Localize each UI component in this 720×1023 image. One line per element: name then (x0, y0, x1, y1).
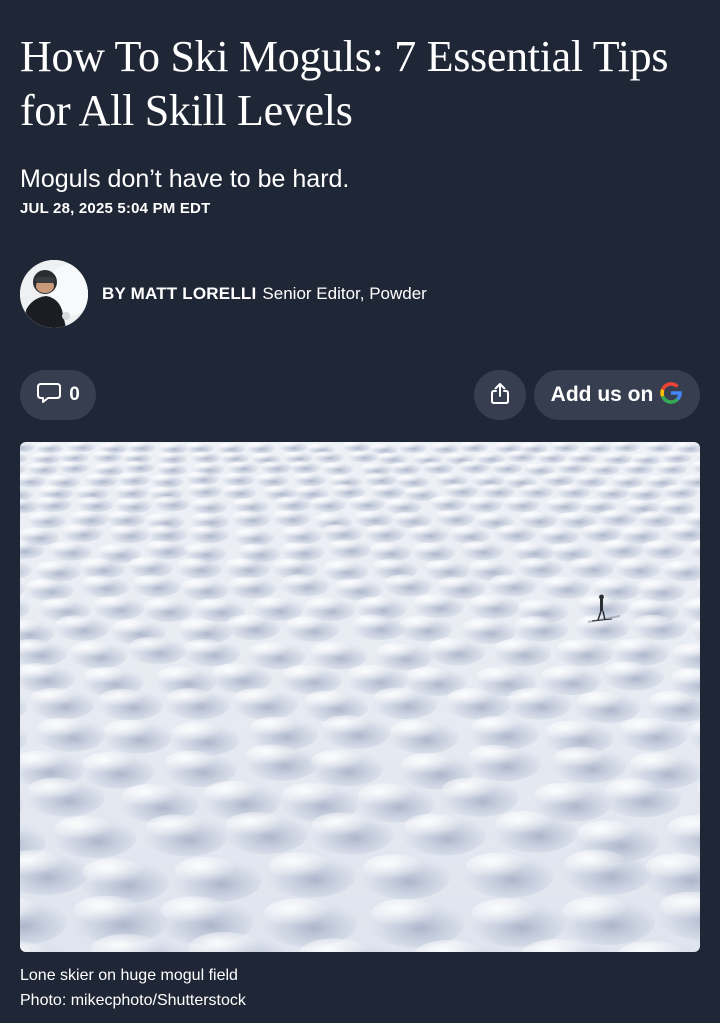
comment-icon (36, 381, 62, 410)
share-icon (489, 381, 511, 410)
author-role: Senior Editor, Powder (262, 284, 427, 303)
comments-button[interactable]: 0 (20, 370, 96, 420)
share-button[interactable] (474, 370, 526, 420)
author-avatar[interactable] (20, 260, 88, 328)
article-subtitle: Moguls don’t have to be hard. (20, 165, 350, 193)
byline: BY MATT LORELLI Senior Editor, Powder (20, 260, 427, 328)
image-caption: Lone skier on huge mogul field Photo: mi… (20, 963, 246, 1013)
google-icon (659, 381, 683, 410)
caption-text: Lone skier on huge mogul field (20, 967, 238, 984)
photo-credit: Photo: mikecphoto/Shutterstock (20, 992, 246, 1009)
add-us-label: Add us on (550, 383, 654, 406)
author-name[interactable]: BY MATT LORELLI (102, 284, 256, 303)
article-title: How To Ski Moguls: 7 Essential Tips for … (20, 32, 669, 135)
hero-image (20, 442, 700, 952)
add-us-on-google-button[interactable]: Add us on (534, 370, 700, 420)
comments-count: 0 (69, 384, 80, 405)
publish-date: JUL 28, 2025 5:04 PM EDT (20, 200, 211, 217)
